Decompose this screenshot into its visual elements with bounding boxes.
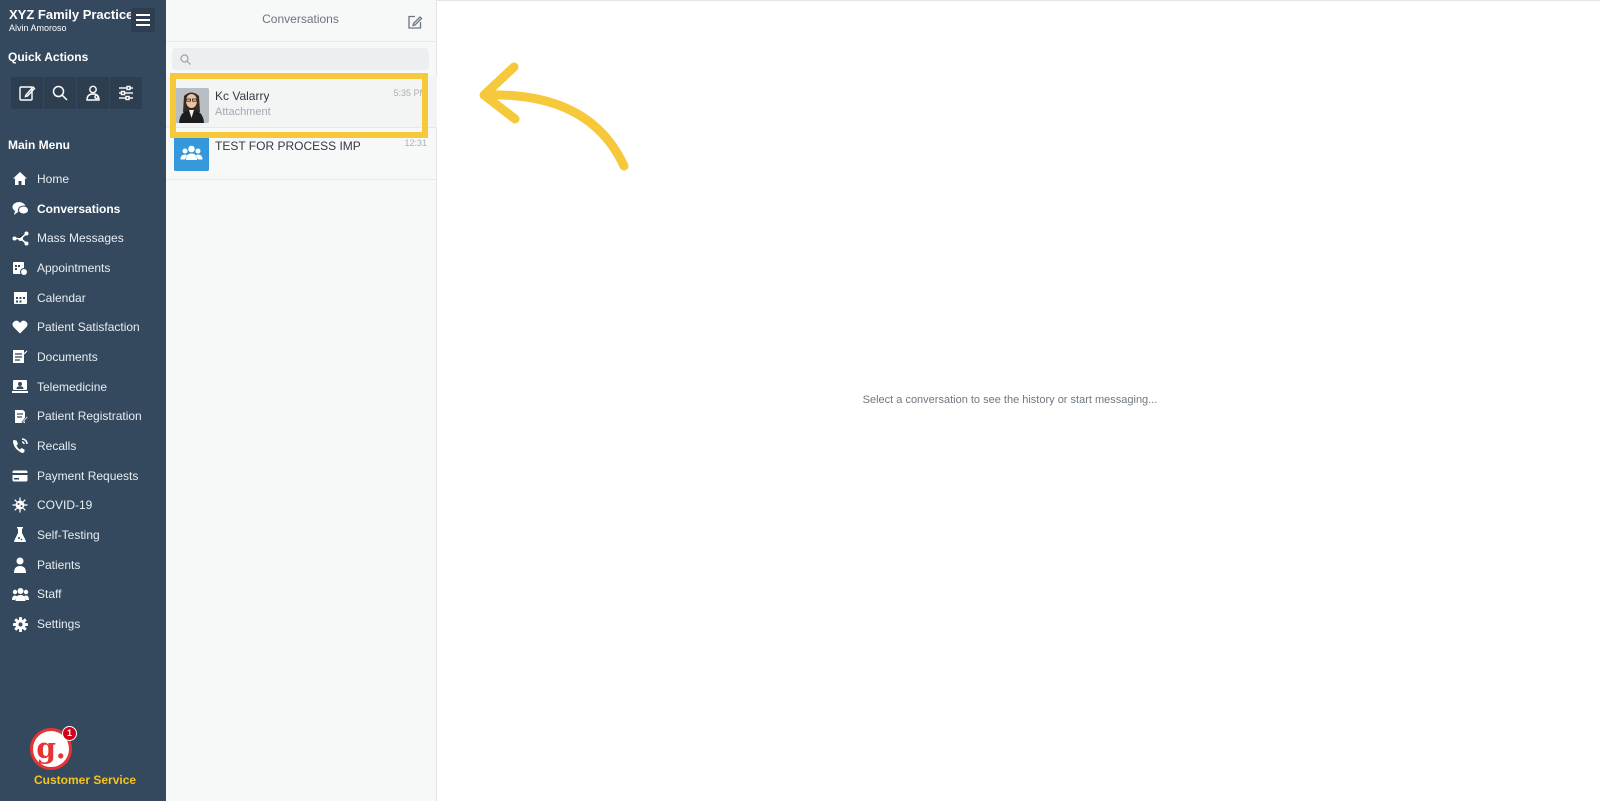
quick-filters-button[interactable]	[110, 77, 142, 109]
sidebar-item-label: Documents	[37, 349, 98, 364]
search-icon	[180, 54, 191, 65]
sidebar-item-recalls[interactable]: Recalls	[0, 431, 166, 461]
sidebar-item-label: Calendar	[37, 290, 86, 305]
customer-service-logo: g. 1	[30, 726, 77, 770]
sidebar-item-patient-satisfaction[interactable]: Patient Satisfaction	[0, 312, 166, 342]
quick-search-button[interactable]	[44, 77, 76, 109]
logo-letter: g.	[36, 732, 66, 765]
customer-service-label: Customer Service	[34, 773, 137, 787]
sidebar-item-calendar[interactable]: Calendar	[0, 283, 166, 313]
sidebar-item-label: Staff	[37, 587, 62, 602]
sidebar-item-label: Mass Messages	[37, 231, 124, 246]
credit-card-icon	[11, 467, 29, 485]
sidebar-item-self-testing[interactable]: Self-Testing	[0, 520, 166, 550]
sidebar-item-label: Settings	[37, 617, 81, 632]
sidebar-item-mass-messages[interactable]: Mass Messages	[0, 223, 166, 253]
sidebar-item-home[interactable]: Home	[0, 164, 166, 194]
app-window: XYZ Family Practice Alvin Amoroso Quick …	[0, 0, 1600, 801]
phone-icon	[11, 437, 29, 455]
sidebar-item-label: Patient Satisfaction	[37, 320, 140, 335]
menu-toggle-button[interactable]	[131, 8, 155, 32]
sidebar-item-conversations[interactable]: Conversations	[0, 194, 166, 224]
group-icon	[174, 136, 209, 171]
conversations-panel: Conversations Kc Valarry Attachment 5:35…	[166, 0, 437, 801]
hamburger-icon	[136, 14, 150, 26]
patient-add-icon	[86, 85, 100, 101]
sidebar-item-label: Telemedicine	[37, 379, 108, 394]
calendar-icon	[11, 289, 29, 307]
sidebar-item-appointments[interactable]: Appointments	[0, 253, 166, 283]
quick-compose-button[interactable]	[11, 77, 43, 109]
sidebar-item-payment-requests[interactable]: Payment Requests	[0, 461, 166, 491]
broadcast-icon	[11, 229, 29, 247]
pointer-arrow-icon	[479, 62, 629, 171]
sidebar: XYZ Family Practice Alvin Amoroso Quick …	[0, 0, 166, 801]
sidebar-item-documents[interactable]: Documents	[0, 342, 166, 372]
main-menu: Home Conversations Mass Messages Appoint…	[0, 164, 166, 639]
appointment-icon	[11, 259, 29, 277]
sidebar-item-patients[interactable]: Patients	[0, 550, 166, 580]
sidebar-item-label: Home	[37, 171, 70, 186]
conversation-preview: Attachment	[215, 106, 271, 118]
sidebar-item-label: Payment Requests	[37, 468, 139, 483]
conversation-list: Kc Valarry Attachment 5:35 PM TEST FOR P…	[166, 76, 437, 180]
sidebar-item-label: COVID-19	[37, 498, 93, 513]
customer-service-button[interactable]: g. 1 Customer Service	[28, 726, 138, 787]
sidebar-item-label: Patient Registration	[37, 409, 142, 424]
sidebar-item-label: Recalls	[37, 439, 77, 454]
chat-icon	[11, 200, 29, 218]
sidebar-item-label: Appointments	[37, 260, 111, 275]
notification-badge: 1	[62, 726, 77, 741]
conversations-title: Conversations	[262, 12, 339, 26]
sidebar-item-telemedicine[interactable]: Telemedicine	[0, 372, 166, 402]
sidebar-item-label: Patients	[37, 557, 81, 572]
practice-name: XYZ Family Practice	[9, 7, 134, 22]
search-icon	[52, 85, 68, 101]
empty-state-message: Select a conversation to see the history…	[862, 394, 1158, 406]
registration-icon	[11, 407, 29, 425]
sliders-icon	[119, 85, 133, 101]
compose-icon	[19, 85, 36, 101]
document-icon	[11, 348, 29, 366]
virus-icon	[11, 496, 29, 514]
sidebar-item-settings[interactable]: Settings	[0, 609, 166, 639]
main-menu-title: Main Menu	[8, 138, 70, 152]
conversation-search[interactable]	[172, 48, 429, 70]
conversation-name: Kc Valarry	[215, 89, 270, 103]
group-icon	[11, 585, 29, 603]
conversation-time: 5:35 PM	[393, 88, 427, 98]
conversation-item[interactable]: Kc Valarry Attachment 5:35 PM	[166, 76, 437, 128]
conversation-item[interactable]: TEST FOR PROCESS IMPR... 12:31	[166, 128, 437, 180]
home-icon	[11, 170, 29, 188]
quick-patient-button[interactable]	[77, 77, 109, 109]
brand: XYZ Family Practice Alvin Amoroso	[9, 7, 133, 33]
sidebar-item-label: Conversations	[37, 201, 121, 216]
heart-icon	[11, 318, 29, 336]
compose-icon	[408, 15, 423, 29]
quick-actions	[11, 77, 142, 109]
new-conversation-button[interactable]	[407, 14, 423, 30]
avatar	[174, 88, 209, 123]
sidebar-item-covid-19[interactable]: COVID-19	[0, 491, 166, 521]
sidebar-item-label: Self-Testing	[37, 528, 100, 543]
group-avatar	[174, 136, 209, 171]
flask-icon	[11, 526, 29, 544]
conversations-header: Conversations	[166, 0, 437, 42]
conversation-time: 12:31	[404, 138, 427, 148]
quick-actions-title: Quick Actions	[8, 50, 89, 64]
search-input[interactable]	[172, 48, 429, 70]
gear-icon	[11, 615, 29, 633]
sidebar-item-patient-registration[interactable]: Patient Registration	[0, 402, 166, 432]
conversation-name: TEST FOR PROCESS IMPR...	[215, 139, 360, 153]
person-icon	[11, 556, 29, 574]
user-name: Alvin Amoroso	[9, 23, 67, 33]
telemedicine-icon	[11, 378, 29, 396]
sidebar-item-staff[interactable]: Staff	[0, 580, 166, 610]
